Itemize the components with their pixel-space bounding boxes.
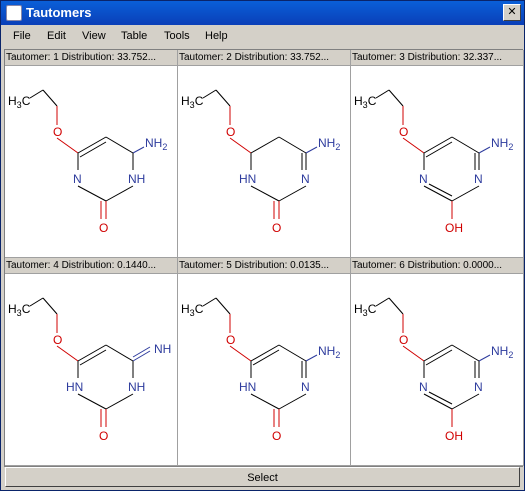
menu-file[interactable]: File — [13, 30, 31, 42]
atom-labels: H3C O NH HN NH O — [8, 302, 171, 443]
tautomer-header: Tautomer: 1 Distribution: 33.752... — [5, 50, 177, 66]
svg-text:O: O — [399, 125, 408, 139]
svg-text:OH: OH — [445, 429, 463, 443]
tautomer-header: Tautomer: 6 Distribution: 0.0000... — [351, 258, 523, 274]
svg-text:O: O — [272, 429, 281, 443]
atom-labels: H3C O NH2 N N OH — [354, 94, 513, 235]
svg-text:NH2: NH2 — [145, 136, 167, 152]
app-icon — [6, 5, 22, 21]
svg-text:NH2: NH2 — [491, 344, 513, 360]
molecule-structure: H3C O NH2 N N OH — [354, 89, 513, 235]
svg-text:O: O — [399, 333, 408, 347]
svg-text:NH2: NH2 — [318, 136, 340, 152]
svg-text:HN: HN — [239, 172, 256, 186]
menu-tools[interactable]: Tools — [164, 30, 190, 42]
menu-edit[interactable]: Edit — [47, 30, 66, 42]
tautomer-cell-5[interactable]: Tautomer: 5 Distribution: 0.0135... H3C … — [178, 258, 351, 466]
svg-text:O: O — [53, 333, 62, 347]
atom-labels: H3C O NH2 HN N O — [181, 302, 340, 443]
tautomer-grid: Tautomer: 1 Distribution: 33.752... H3C … — [4, 49, 524, 467]
atom-labels: H3C O NH2 HN N O — [181, 94, 340, 235]
menu-help[interactable]: Help — [205, 30, 228, 42]
menu-bar: File Edit View Table Tools Help — [1, 26, 524, 46]
svg-text:N: N — [419, 172, 428, 186]
tautomer-cell-3[interactable]: Tautomer: 3 Distribution: 32.337... H3C … — [351, 50, 524, 258]
tautomer-header: Tautomer: 3 Distribution: 32.337... — [351, 50, 523, 66]
svg-text:H3C: H3C — [354, 302, 377, 318]
select-button[interactable]: Select — [5, 467, 520, 487]
svg-text:HN: HN — [239, 380, 256, 394]
tautomer-cell-1[interactable]: Tautomer: 1 Distribution: 33.752... H3C … — [5, 50, 178, 258]
tautomer-header: Tautomer: 4 Distribution: 0.1440... — [5, 258, 177, 274]
molecule-structure: H3C O NH2 N NH O — [8, 89, 167, 235]
atom-labels: H3C O NH2 N NH O — [8, 94, 167, 235]
tautomer-header: Tautomer: 5 Distribution: 0.0135... — [178, 258, 350, 274]
svg-text:O: O — [53, 125, 62, 139]
svg-text:N: N — [73, 172, 82, 186]
menu-view[interactable]: View — [82, 30, 106, 42]
svg-text:NH2: NH2 — [318, 344, 340, 360]
tautomers-window: Tautomers ✕ File Edit View Table Tools H… — [0, 0, 525, 491]
svg-text:H3C: H3C — [354, 94, 377, 110]
tautomer-cell-6[interactable]: Tautomer: 6 Distribution: 0.0000... H3C … — [351, 258, 524, 466]
svg-text:NH: NH — [128, 172, 145, 186]
svg-text:N: N — [301, 380, 310, 394]
svg-text:O: O — [226, 125, 235, 139]
svg-text:NH2: NH2 — [491, 136, 513, 152]
svg-text:N: N — [474, 172, 483, 186]
svg-text:NH: NH — [128, 380, 145, 394]
tautomer-cell-4[interactable]: Tautomer: 4 Distribution: 0.1440... H3C … — [5, 258, 178, 466]
molecule-structure: H3C O NH HN NH O — [8, 297, 171, 443]
window-title: Tautomers — [26, 5, 92, 20]
svg-text:HN: HN — [66, 380, 83, 394]
svg-text:H3C: H3C — [8, 302, 31, 318]
close-button[interactable]: ✕ — [503, 4, 521, 21]
atom-labels: H3C O NH2 N N OH — [354, 302, 513, 443]
molecule-structure: H3C O NH2 N N OH — [354, 297, 513, 443]
svg-text:O: O — [99, 221, 108, 235]
svg-text:O: O — [226, 333, 235, 347]
svg-text:OH: OH — [445, 221, 463, 235]
svg-text:N: N — [419, 380, 428, 394]
molecule-structure: H3C O NH2 HN N O — [181, 297, 340, 443]
molecule-structure: H3C O NH2 HN N O — [181, 89, 340, 235]
tautomer-header: Tautomer: 2 Distribution: 33.752... — [178, 50, 350, 66]
svg-text:H3C: H3C — [181, 302, 204, 318]
svg-text:O: O — [272, 221, 281, 235]
title-bar: Tautomers ✕ — [1, 1, 524, 25]
svg-text:H3C: H3C — [181, 94, 204, 110]
svg-text:NH: NH — [154, 342, 171, 356]
svg-text:H3C: H3C — [8, 94, 31, 110]
svg-text:N: N — [474, 380, 483, 394]
svg-text:O: O — [99, 429, 108, 443]
svg-text:N: N — [301, 172, 310, 186]
menu-table[interactable]: Table — [121, 30, 147, 42]
tautomer-cell-2[interactable]: Tautomer: 2 Distribution: 33.752... H3C … — [178, 50, 351, 258]
